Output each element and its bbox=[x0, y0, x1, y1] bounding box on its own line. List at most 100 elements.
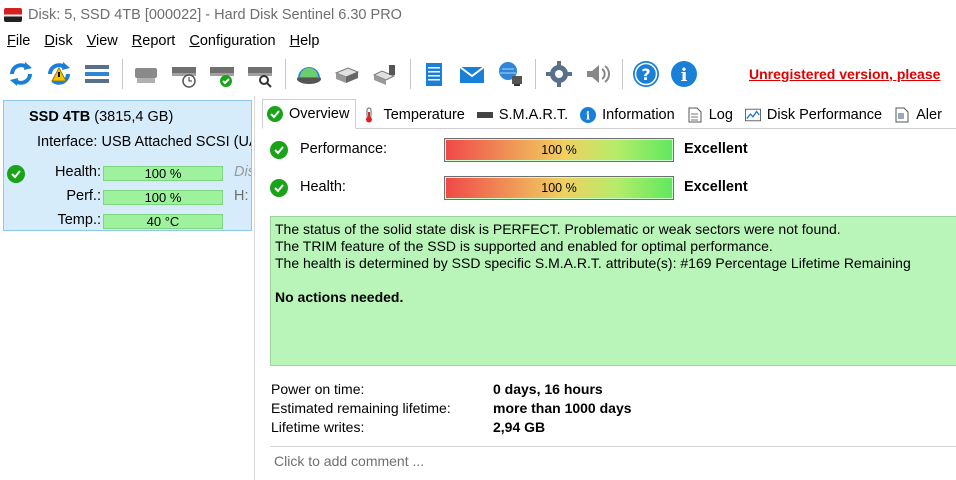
thermometer-icon bbox=[361, 107, 377, 123]
disk-icon[interactable] bbox=[129, 57, 163, 91]
toolbar-separator bbox=[285, 59, 286, 89]
disk-card[interactable]: SSD 4TB (3815,4 GB) Interface: USB Attac… bbox=[3, 100, 252, 231]
disk-list-icon[interactable] bbox=[80, 57, 114, 91]
performance-bar: 100 % bbox=[444, 138, 674, 162]
report-notepad-icon[interactable] bbox=[417, 57, 451, 91]
tab-information[interactable]: i Information bbox=[575, 101, 682, 128]
tab-smart[interactable]: S.M.A.R.T. bbox=[472, 101, 575, 128]
toolbar-separator bbox=[622, 59, 623, 89]
disk-temp-row: Temp.: 40 °C bbox=[4, 212, 251, 230]
tab-alerts[interactable]: Aler bbox=[889, 101, 949, 128]
menu-file[interactable]: File bbox=[0, 33, 37, 49]
menu-help[interactable]: Help bbox=[283, 33, 327, 49]
info-value: 0 days, 16 hours bbox=[493, 381, 603, 397]
app-logo-icon bbox=[4, 8, 22, 22]
check-icon bbox=[267, 106, 283, 122]
health-ok-check-icon bbox=[270, 179, 288, 197]
performance-ok-check-icon bbox=[270, 141, 288, 159]
disk-temp-label: Temp.: bbox=[57, 212, 101, 228]
email-icon[interactable] bbox=[455, 57, 489, 91]
drive-stack-icon[interactable] bbox=[330, 57, 364, 91]
disk-temp-bar: 40 °C bbox=[103, 214, 223, 229]
disk-name: SSD 4TB bbox=[29, 109, 91, 125]
drive-health-icon[interactable] bbox=[292, 57, 326, 91]
tab-log[interactable]: Log bbox=[682, 101, 740, 128]
status-line: The health is determined by SSD specific… bbox=[275, 255, 911, 271]
info-label: Lifetime writes: bbox=[271, 419, 365, 435]
performance-label: Performance: bbox=[300, 141, 388, 157]
refresh-icon[interactable] bbox=[4, 57, 38, 91]
overview-panel: Performance: 100 % Excellent Health: 100… bbox=[262, 130, 956, 480]
menu-configuration[interactable]: Configuration bbox=[182, 33, 282, 49]
tab-label: Overview bbox=[289, 106, 350, 122]
menu-disk[interactable]: Disk bbox=[37, 33, 79, 49]
tab-label: Temperature bbox=[383, 106, 465, 123]
health-bar: 100 % bbox=[444, 176, 674, 200]
menu-bar: File Disk View Report Configuration Help bbox=[0, 30, 956, 52]
network-globe-icon[interactable] bbox=[493, 57, 527, 91]
performance-row: Performance: 100 % Excellent bbox=[270, 138, 956, 162]
menu-report[interactable]: Report bbox=[125, 33, 183, 49]
tab-disk-performance[interactable]: Disk Performance bbox=[740, 101, 889, 128]
info-row-lifetime-writes: Lifetime writes: 2,94 GB bbox=[271, 419, 951, 438]
disk-title: SSD 4TB (3815,4 GB) bbox=[29, 109, 173, 125]
svg-text:i: i bbox=[681, 65, 688, 86]
performance-chart-icon bbox=[744, 107, 761, 123]
tab-label: S.M.A.R.T. bbox=[498, 106, 569, 123]
disk-interface: Interface: USB Attached SCSI (UA bbox=[37, 134, 252, 150]
info-label: Estimated remaining lifetime: bbox=[271, 400, 451, 416]
info-row-power-on: Power on time: 0 days, 16 hours bbox=[271, 381, 951, 400]
disk-side-h: H: bbox=[234, 188, 249, 204]
info-label: Power on time: bbox=[271, 381, 365, 397]
tab-label: Disk Performance bbox=[766, 106, 883, 123]
action-text: No actions needed. bbox=[275, 289, 404, 305]
tab-temperature[interactable]: Temperature bbox=[356, 101, 471, 128]
tab-label: Aler bbox=[916, 106, 942, 123]
refresh-warning-icon[interactable] bbox=[42, 57, 76, 91]
health-row: Health: 100 % Excellent bbox=[270, 176, 956, 200]
document-icon bbox=[687, 107, 703, 123]
disk-side-text: Dis bbox=[234, 164, 251, 180]
tab-bar: Overview Temperature S.M.A.R.T. i Inform… bbox=[262, 99, 956, 129]
info-value: 2,94 GB bbox=[493, 419, 546, 435]
title-bar: Disk: 5, SSD 4TB [000022] - Hard Disk Se… bbox=[0, 0, 956, 30]
status-text-box: The status of the solid state disk is PE… bbox=[270, 216, 956, 366]
disk-search-icon[interactable] bbox=[243, 57, 277, 91]
disk-perf-row: Perf.: 100 % H: bbox=[4, 188, 251, 208]
gear-icon[interactable] bbox=[542, 57, 576, 91]
status-line: The TRIM feature of the SSD is supported… bbox=[275, 238, 773, 254]
tab-label: Information bbox=[602, 106, 675, 123]
disk-perf-label: Perf.: bbox=[66, 188, 101, 204]
disk-schedule-icon[interactable] bbox=[167, 57, 201, 91]
toolbar-separator bbox=[122, 59, 123, 89]
menu-view[interactable]: View bbox=[80, 33, 125, 49]
svg-text:?: ? bbox=[641, 65, 650, 84]
info-row-remaining-lifetime: Estimated remaining lifetime: more than … bbox=[271, 400, 951, 419]
about-info-icon[interactable]: i bbox=[667, 57, 701, 91]
disk-health-row: Health: 100 % Dis bbox=[4, 164, 251, 184]
help-icon[interactable]: ? bbox=[629, 57, 663, 91]
unregistered-version-link[interactable]: Unregistered version, please bbox=[749, 66, 940, 82]
tab-overview[interactable]: Overview bbox=[262, 99, 357, 129]
health-ok-check-icon bbox=[7, 165, 25, 183]
disk-ok-icon[interactable] bbox=[205, 57, 239, 91]
toolbar-separator bbox=[410, 59, 411, 89]
disk-perf-bar: 100 % bbox=[103, 190, 223, 205]
disk-size: (3815,4 GB) bbox=[94, 109, 174, 125]
toolbar-separator bbox=[535, 59, 536, 89]
sound-icon[interactable] bbox=[580, 57, 614, 91]
disk-info-table: Power on time: 0 days, 16 hours Estimate… bbox=[271, 381, 951, 438]
alerts-icon bbox=[894, 107, 910, 123]
external-drive-icon[interactable] bbox=[368, 57, 402, 91]
disk-health-bar: 100 % bbox=[103, 166, 223, 181]
svg-text:i: i bbox=[586, 109, 590, 122]
performance-rating: Excellent bbox=[684, 141, 748, 157]
status-line: The status of the solid state disk is PE… bbox=[275, 221, 841, 237]
info-value: more than 1000 days bbox=[493, 400, 632, 416]
info-icon: i bbox=[580, 106, 597, 123]
disk-health-label: Health: bbox=[55, 164, 101, 180]
window-title: Disk: 5, SSD 4TB [000022] - Hard Disk Se… bbox=[28, 7, 402, 23]
comment-input[interactable]: Click to add comment ... bbox=[270, 446, 956, 474]
health-rating: Excellent bbox=[684, 179, 748, 195]
tab-label: Log bbox=[708, 106, 733, 123]
